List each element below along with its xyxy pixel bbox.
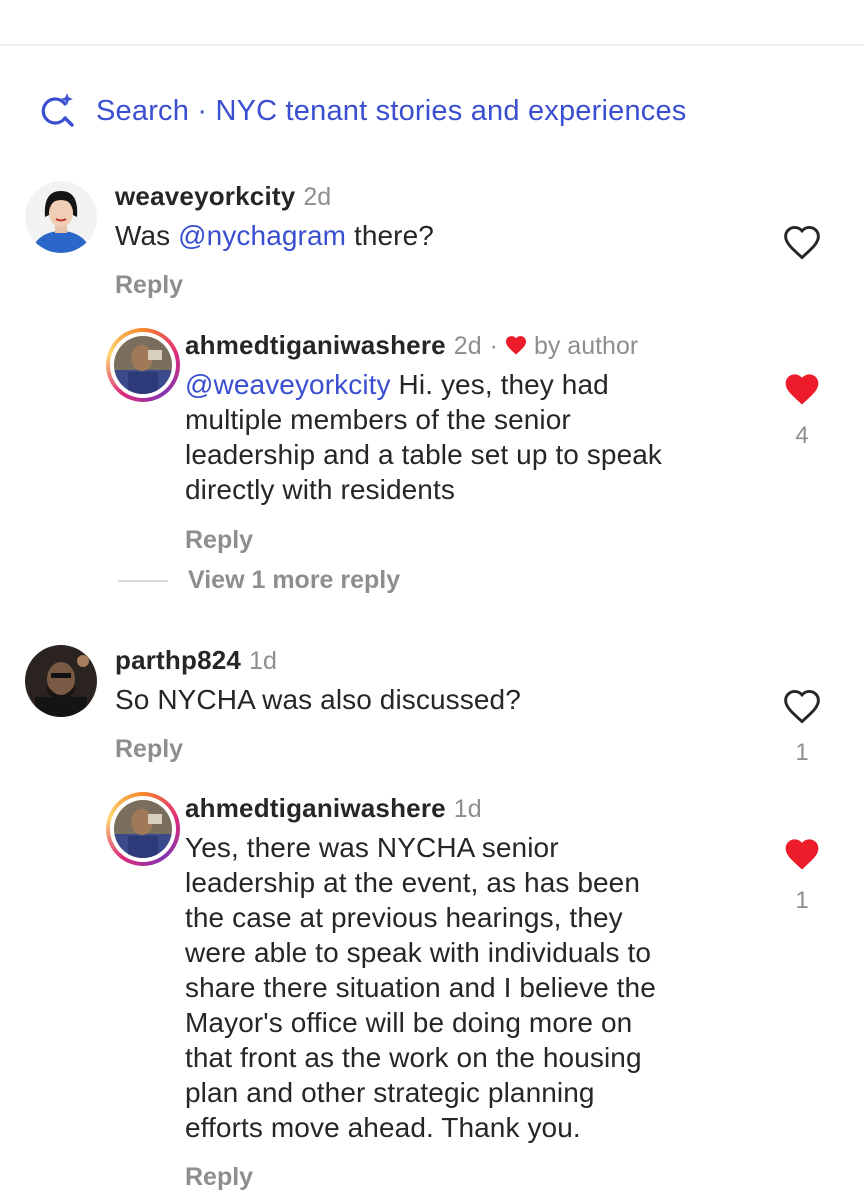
comment-text: Yes, there was NYCHA senior leadership a… bbox=[185, 832, 656, 1143]
timestamp: 1d bbox=[249, 647, 277, 675]
view-more-replies[interactable]: View 1 more reply bbox=[118, 566, 400, 595]
mention-link[interactable]: @nychagram bbox=[178, 220, 346, 251]
like-button[interactable]: 1 bbox=[778, 688, 826, 767]
like-button[interactable] bbox=[778, 224, 826, 265]
search-icon bbox=[38, 91, 78, 131]
comment-3: parthp824 1d So NYCHA was also discussed… bbox=[115, 645, 755, 717]
separator: · bbox=[489, 332, 498, 360]
heart-outline-icon bbox=[782, 688, 822, 729]
reply-button[interactable]: Reply bbox=[185, 526, 253, 555]
avatar-ahmedtiganiwashere[interactable] bbox=[106, 792, 180, 866]
timestamp: 2d bbox=[303, 183, 332, 211]
heart-filled-icon bbox=[782, 371, 822, 412]
like-button[interactable]: 1 bbox=[778, 836, 826, 915]
reply-button[interactable]: Reply bbox=[115, 735, 183, 764]
comment-4: ahmedtiganiwashere 1d Yes, there was NYC… bbox=[185, 793, 765, 1145]
liked-by-author-badge: by author bbox=[504, 332, 638, 361]
thread-line bbox=[118, 579, 168, 582]
search-link[interactable]: Search · NYC tenant stories and experien… bbox=[38, 88, 687, 134]
search-text[interactable]: Search · NYC tenant stories and experien… bbox=[96, 95, 687, 128]
heart-filled-icon bbox=[504, 332, 534, 361]
like-button[interactable]: 4 bbox=[778, 371, 826, 450]
view-more-label[interactable]: View 1 more reply bbox=[188, 566, 400, 595]
like-count: 4 bbox=[795, 422, 809, 449]
username[interactable]: parthp824 bbox=[115, 645, 241, 676]
timestamp: 2d bbox=[453, 332, 482, 360]
reply-button[interactable]: Reply bbox=[185, 1163, 253, 1192]
username[interactable]: ahmedtiganiwashere bbox=[185, 793, 446, 824]
avatar-weaveyorkcity[interactable] bbox=[25, 181, 97, 253]
timestamp: 1d bbox=[453, 795, 482, 823]
heart-filled-icon bbox=[782, 836, 822, 877]
avatar-ahmedtiganiwashere[interactable] bbox=[106, 328, 180, 402]
reply-button[interactable]: Reply bbox=[115, 271, 183, 300]
like-count: 1 bbox=[795, 739, 809, 766]
username[interactable]: ahmedtiganiwashere bbox=[185, 330, 446, 361]
mention-link[interactable]: @weaveyorkcity bbox=[185, 369, 391, 400]
avatar-parthp824[interactable] bbox=[25, 645, 97, 717]
like-count: 1 bbox=[795, 887, 809, 914]
comment-2: ahmedtiganiwashere 2d · by author @weave… bbox=[185, 330, 765, 507]
heart-outline-icon bbox=[782, 224, 822, 265]
username[interactable]: weaveyorkcity bbox=[115, 181, 295, 212]
top-divider bbox=[0, 44, 864, 46]
comment-text: So NYCHA was also discussed? bbox=[115, 684, 521, 715]
comment-text: Was @nychagram there? bbox=[115, 220, 434, 251]
comment-1: weaveyorkcity 2d Was @nychagram there? bbox=[115, 181, 755, 253]
comment-text: @weaveyorkcity Hi. yes, they had multipl… bbox=[185, 369, 663, 505]
